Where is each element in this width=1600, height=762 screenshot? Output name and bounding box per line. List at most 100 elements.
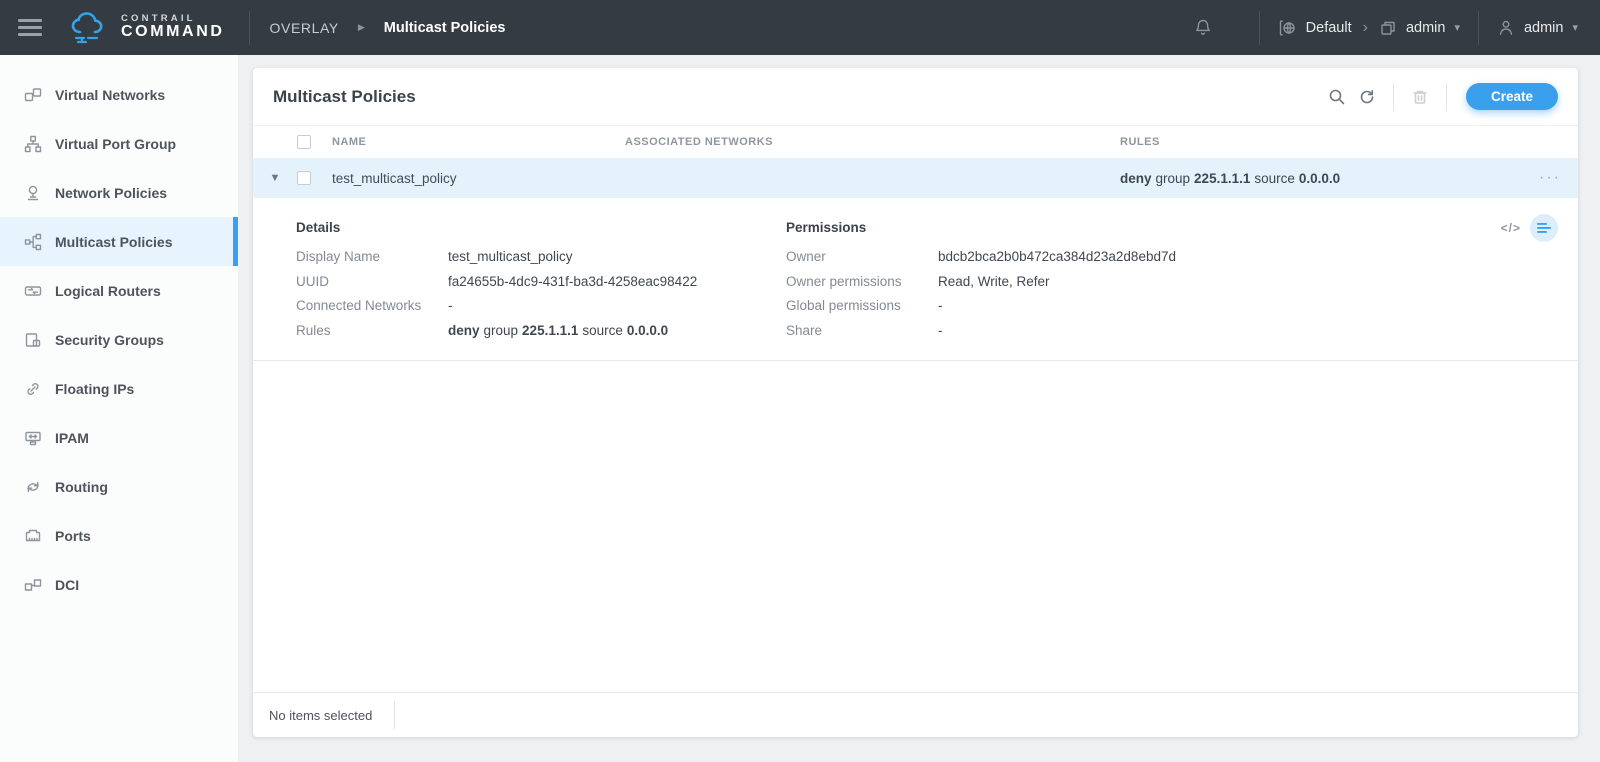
security-groups-icon: [24, 331, 42, 349]
rule-group-keyword: group: [1156, 171, 1191, 186]
sidebar-item-label: IPAM: [55, 430, 89, 446]
permissions-title: Permissions: [786, 220, 1558, 235]
detail-field: Connected Networks -: [296, 294, 786, 319]
json-view-toggle[interactable]: </>: [1501, 221, 1521, 235]
table-header-row: NAME ASSOCIATED NETWORKS RULES: [253, 125, 1578, 158]
detail-field: Display Name test_multicast_policy: [296, 245, 786, 270]
cluster-icon: [1278, 19, 1297, 37]
sidebar-item-label: Logical Routers: [55, 283, 161, 299]
delete-button[interactable]: [1405, 82, 1435, 112]
status-bar-divider: [394, 701, 395, 729]
app-logo[interactable]: CONTRAIL COMMAND: [68, 9, 225, 47]
sidebar-item-label: Network Policies: [55, 185, 167, 201]
project-icon: [1379, 19, 1397, 37]
sidebar-item-logical-routers[interactable]: Logical Routers: [0, 266, 238, 315]
sidebar-item-label: Ports: [55, 528, 91, 544]
trash-icon: [1411, 88, 1429, 106]
toolbar-divider: [1393, 83, 1394, 111]
column-header-name[interactable]: NAME: [332, 136, 625, 148]
notifications-button[interactable]: [1193, 18, 1213, 37]
status-bar: No items selected: [253, 692, 1578, 737]
logo-cloud-icon: [68, 9, 112, 47]
sidebar: Virtual Networks Virtual Port Group Netw…: [0, 55, 238, 762]
dci-icon: [24, 576, 42, 594]
sidebar-item-floating-ips[interactable]: Floating IPs: [0, 364, 238, 413]
column-header-associated-networks[interactable]: ASSOCIATED NETWORKS: [625, 136, 1120, 148]
field-label: Share: [786, 319, 938, 344]
user-menu[interactable]: admin ▾: [1497, 19, 1578, 37]
selection-status: No items selected: [269, 708, 372, 723]
detail-field: UUID fa24655b-4dc9-431f-ba3d-4258eac9842…: [296, 270, 786, 295]
permission-field: Owner permissions Read, Write, Refer: [786, 270, 1558, 295]
list-view-toggle[interactable]: [1530, 214, 1558, 242]
refresh-button[interactable]: [1352, 82, 1382, 112]
column-header-rules[interactable]: RULES: [1120, 136, 1522, 148]
field-value: Read, Write, Refer: [938, 270, 1050, 295]
sidebar-item-virtual-port-group[interactable]: Virtual Port Group: [0, 119, 238, 168]
page-title: Multicast Policies: [273, 87, 416, 107]
row-actions-button[interactable]: ···: [1522, 169, 1578, 187]
sidebar-item-label: Virtual Port Group: [55, 136, 176, 152]
floating-ips-icon: [24, 380, 42, 398]
sidebar-item-security-groups[interactable]: Security Groups: [0, 315, 238, 364]
routing-icon: [24, 478, 42, 496]
sidebar-item-ports[interactable]: Ports: [0, 511, 238, 560]
search-icon: [1328, 88, 1346, 106]
permission-field: Share -: [786, 319, 1558, 344]
field-value-rules: deny group 225.1.1.1 source 0.0.0.0: [448, 319, 668, 344]
rule-action: deny: [448, 319, 480, 344]
card-header: Multicast Policies: [253, 68, 1578, 125]
field-value: bdcb2bca2b0b472ca384d23a2d8ebd7d: [938, 245, 1176, 270]
top-bar: CONTRAIL COMMAND OVERLAY ▶ Multicast Pol…: [0, 0, 1600, 55]
sidebar-item-routing[interactable]: Routing: [0, 462, 238, 511]
row-checkbox[interactable]: [297, 171, 311, 185]
breadcrumb-section[interactable]: OVERLAY: [270, 20, 339, 36]
ports-icon: [24, 527, 42, 545]
table-row[interactable]: ▼ test_multicast_policy deny group 225.1…: [253, 158, 1578, 198]
sidebar-item-ipam[interactable]: IPAM: [0, 413, 238, 462]
rule-source-address: 0.0.0.0: [1299, 171, 1340, 186]
permissions-section: Permissions Owner bdcb2bca2b0b472ca384d2…: [786, 208, 1558, 343]
search-button[interactable]: [1322, 82, 1352, 112]
permission-field: Owner bdcb2bca2b0b472ca384d23a2d8ebd7d: [786, 245, 1558, 270]
rule-source-keyword: source: [1254, 171, 1295, 186]
field-label: Owner: [786, 245, 938, 270]
virtual-port-group-icon: [24, 135, 42, 153]
breadcrumb-page-title: Multicast Policies: [384, 20, 506, 36]
topbar-divider: [249, 11, 250, 45]
logo-text-line2: COMMAND: [121, 24, 225, 41]
details-section: Details Display Name test_multicast_poli…: [296, 208, 786, 343]
sidebar-item-label: Floating IPs: [55, 381, 134, 397]
sidebar-item-multicast-policies[interactable]: Multicast Policies: [0, 217, 238, 266]
rule-group-address: 225.1.1.1: [1194, 171, 1250, 186]
field-value: -: [938, 319, 943, 344]
chevron-down-icon: ▾: [1572, 21, 1578, 34]
details-title: Details: [296, 220, 786, 235]
sidebar-item-virtual-networks[interactable]: Virtual Networks: [0, 70, 238, 119]
select-all-checkbox[interactable]: [297, 135, 311, 149]
chevron-down-icon: ▾: [1454, 21, 1460, 34]
menu-icon[interactable]: [18, 19, 42, 36]
field-label: Connected Networks: [296, 294, 448, 319]
create-button[interactable]: Create: [1466, 83, 1558, 110]
cluster-project-selector[interactable]: Default › admin ▾: [1278, 19, 1460, 37]
field-value: fa24655b-4dc9-431f-ba3d-4258eac98422: [448, 270, 697, 295]
sidebar-item-network-policies[interactable]: Network Policies: [0, 168, 238, 217]
toolbar-divider: [1446, 83, 1447, 111]
main-content: Multicast Policies: [238, 55, 1600, 762]
sidebar-item-dci[interactable]: DCI: [0, 560, 238, 609]
project-name: admin: [1406, 20, 1446, 36]
rule-action: deny: [1120, 171, 1152, 186]
rule-source-keyword: source: [582, 319, 623, 344]
user-name: admin: [1524, 20, 1564, 36]
row-expander-icon[interactable]: ▼: [270, 173, 281, 184]
network-policies-icon: [24, 184, 42, 202]
sidebar-item-label: Multicast Policies: [55, 234, 172, 250]
rule-group-address: 225.1.1.1: [522, 319, 578, 344]
rule-group-keyword: group: [484, 319, 519, 344]
multicast-policies-card: Multicast Policies: [253, 68, 1578, 737]
field-value: -: [938, 294, 943, 319]
rule-source-address: 0.0.0.0: [627, 319, 668, 344]
field-label: Rules: [296, 319, 448, 344]
logical-routers-icon: [24, 282, 42, 300]
